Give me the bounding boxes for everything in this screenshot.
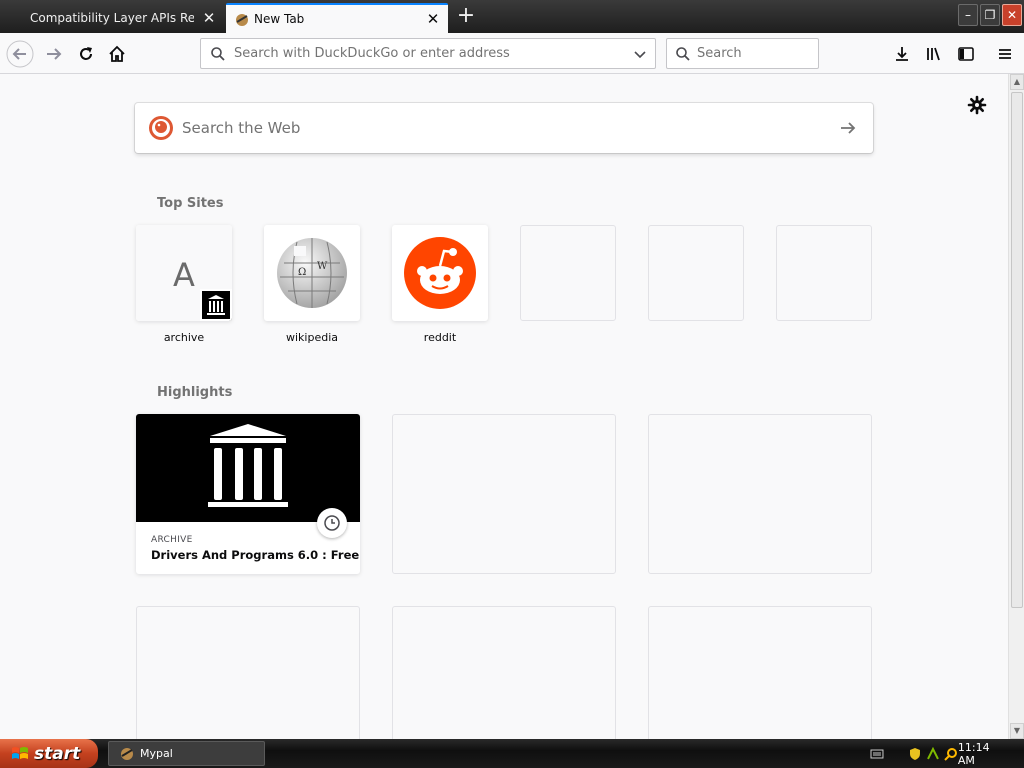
empty-tile-placeholder [776, 225, 872, 321]
forward-arrow-icon[interactable] [40, 40, 68, 68]
windows-taskbar: start Mypal 11:14 AM [0, 739, 1024, 768]
top-site-empty [520, 225, 616, 321]
tab-title: New Tab [254, 12, 305, 26]
history-clock-icon [317, 508, 347, 538]
scroll-down-arrow-icon[interactable]: ▼ [1010, 723, 1024, 739]
tab-strip: Compatibility Layer APIs Revamped ✕ New … [0, 0, 1024, 33]
vertical-scrollbar[interactable]: ▲ ▼ [1008, 74, 1024, 739]
top-site-tile[interactable] [392, 225, 488, 321]
search-bar[interactable] [666, 38, 819, 69]
archive-temple-icon [208, 424, 288, 507]
tab-new-tab[interactable]: New Tab ✕ [226, 3, 448, 33]
top-site-label: reddit [423, 331, 457, 344]
highlight-placeholder [648, 606, 872, 739]
top-site-label: archive [163, 331, 205, 344]
top-site-tile[interactable]: A [136, 225, 232, 321]
top-site-tile[interactable]: Ω W [264, 225, 360, 321]
window-close-icon[interactable]: ✕ [1002, 4, 1022, 26]
search-input[interactable] [697, 46, 807, 61]
highlight-placeholder [392, 414, 616, 574]
web-search-box[interactable] [135, 103, 873, 153]
address-bar[interactable] [200, 38, 656, 69]
empty-tile-placeholder [648, 225, 744, 321]
gear-icon[interactable] [966, 94, 988, 116]
svg-text:W: W [317, 261, 328, 272]
new-tab-plus-icon[interactable]: + [452, 4, 480, 30]
window-controls: – ❐ ✕ [958, 4, 1022, 26]
svg-text:Ω: Ω [298, 267, 306, 278]
taskbar-item-label: Mypal [140, 747, 173, 760]
duckduckgo-logo-icon [149, 116, 173, 140]
top-site-empty [776, 225, 872, 321]
taskbar-item-mypal[interactable]: Mypal [108, 741, 265, 766]
top-site-wikipedia[interactable]: Ω W wikipedia [264, 225, 360, 344]
web-search-input[interactable] [182, 119, 823, 137]
tab-compatibility-layer[interactable]: Compatibility Layer APIs Revamped ✕ [0, 3, 224, 33]
start-label: start [34, 743, 81, 764]
clock: 11:14 AM [957, 740, 990, 767]
mypal-app-icon [121, 747, 133, 760]
windows-logo-icon [12, 746, 28, 759]
reload-icon[interactable] [72, 40, 100, 68]
scrollbar-thumb[interactable] [1011, 92, 1023, 608]
mypal-favicon-icon [236, 14, 248, 26]
close-tab-icon[interactable]: ✕ [194, 3, 224, 33]
search-icon [211, 46, 225, 61]
close-tab-icon[interactable]: ✕ [418, 4, 448, 34]
home-icon[interactable] [103, 40, 131, 68]
highlights-heading: Highlights [157, 385, 233, 400]
navigation-toolbar [0, 33, 1024, 74]
scroll-up-arrow-icon[interactable]: ▲ [1010, 74, 1024, 90]
tray-search-icon[interactable] [944, 747, 958, 761]
highlight-title: Drivers And Programs 6.0 : Free ... [151, 548, 360, 562]
new-tab-page: Top Sites A archive Ω W wikipedia [0, 74, 1008, 739]
search-icon [676, 46, 690, 61]
security-shield-icon[interactable] [908, 747, 922, 761]
top-site-archive[interactable]: A archive [136, 225, 232, 344]
empty-tile-placeholder [520, 225, 616, 321]
search-submit-arrow-icon[interactable] [823, 103, 873, 153]
sidebar-icon[interactable] [952, 40, 980, 68]
reddit-alien-icon [404, 237, 476, 309]
tab-title: Compatibility Layer APIs Revamped [30, 11, 194, 25]
highlight-card[interactable]: ARCHIVE Drivers And Programs 6.0 : Free … [136, 414, 360, 574]
highlight-placeholder [648, 414, 872, 574]
back-arrow-icon[interactable] [6, 40, 34, 68]
top-site-label: wikipedia [285, 331, 338, 344]
downloads-icon[interactable] [888, 40, 916, 68]
library-icon[interactable] [920, 40, 948, 68]
highlight-source: ARCHIVE [151, 535, 193, 545]
keyboard-icon[interactable] [870, 747, 884, 761]
restore-icon[interactable]: ❐ [980, 4, 1000, 26]
hamburger-menu-icon[interactable] [991, 40, 1019, 68]
highlight-placeholder [392, 606, 616, 739]
highlight-placeholder [136, 606, 360, 739]
chevron-down-icon[interactable] [632, 46, 648, 62]
top-sites-heading: Top Sites [157, 196, 224, 211]
highlight-thumbnail [136, 414, 360, 522]
address-input[interactable] [234, 46, 632, 61]
minimize-icon[interactable]: – [958, 4, 978, 26]
system-tray: 11:14 AM [864, 739, 1024, 768]
archive-temple-icon [200, 289, 232, 321]
start-button[interactable]: start [0, 739, 98, 768]
top-site-empty [648, 225, 744, 321]
top-site-reddit[interactable]: reddit [392, 225, 488, 344]
wikipedia-globe-icon: Ω W [277, 238, 347, 308]
network-icon[interactable] [926, 746, 940, 761]
